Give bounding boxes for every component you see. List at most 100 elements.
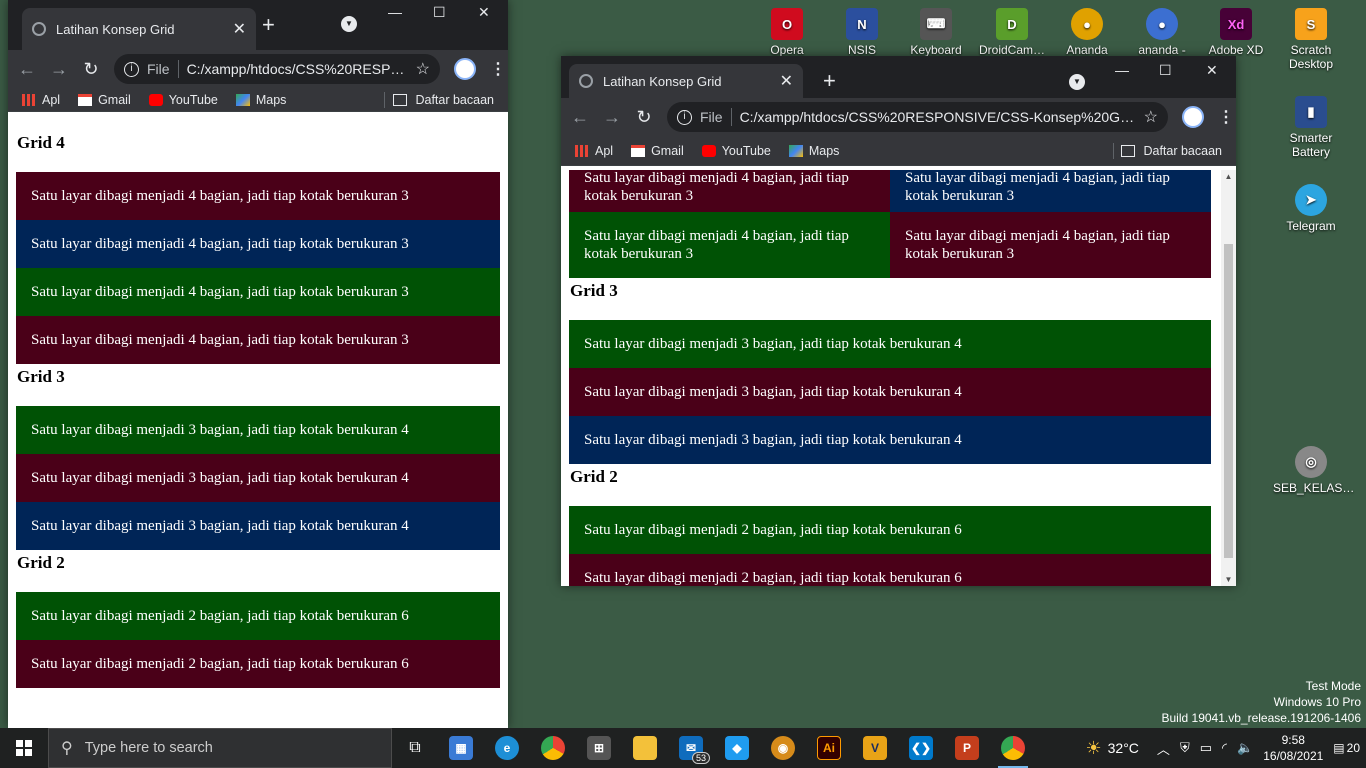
maximize-icon[interactable]: ☐ xyxy=(433,4,446,21)
gmail-icon xyxy=(78,93,93,106)
vertical-scrollbar[interactable]: ▲ ▼ xyxy=(1221,170,1236,586)
desktop-icon-seb[interactable]: ◎ SEB_KELAS… xyxy=(1273,446,1354,495)
taskbar-app-powerpoint[interactable]: P xyxy=(944,728,990,768)
keyboard-icon: ⌨ xyxy=(920,8,952,40)
globe-app-icon: ◉ xyxy=(771,736,795,760)
address-bar[interactable]: i File C:/xampp/htdocs/CSS%20RESP… ☆ xyxy=(114,54,440,84)
back-icon[interactable]: ← xyxy=(571,107,589,128)
taskbar: ⚲ Type here to search ⧉ ▦ e ⊞ ✉ 53 ◆ ◉ Ai… xyxy=(0,728,1366,768)
close-window-icon[interactable]: ✕ xyxy=(1206,62,1218,79)
bookmark-gmail[interactable]: Gmail xyxy=(631,144,684,158)
profile-avatar[interactable] xyxy=(454,58,476,80)
bookmark-apps[interactable]: Apl xyxy=(575,144,613,158)
back-icon[interactable]: ← xyxy=(18,59,36,80)
new-tab-icon[interactable]: + xyxy=(262,12,275,38)
desktop-icon-adobe-xd[interactable]: Xd Adobe XD xyxy=(1198,8,1274,57)
scroll-down-icon[interactable]: ▼ xyxy=(1221,575,1236,584)
apps-icon xyxy=(22,93,36,106)
minimize-icon[interactable]: — xyxy=(388,4,402,20)
tab-latihan-konsep-grid[interactable]: Latihan Konsep Grid ✕ xyxy=(22,8,256,50)
taskbar-app-vscode-insiders[interactable]: ◆ xyxy=(714,728,760,768)
close-tab-icon[interactable]: ✕ xyxy=(233,19,246,39)
weather-widget[interactable]: ☀ 32°C xyxy=(1086,738,1139,759)
chrome-icon xyxy=(541,736,565,760)
nsis-icon: N xyxy=(846,8,878,40)
url-text[interactable]: C:/xampp/htdocs/CSS%20RESP… xyxy=(187,61,408,77)
scrollbar-thumb[interactable] xyxy=(1224,244,1233,558)
taskbar-app-control-panel[interactable]: ▦ xyxy=(438,728,484,768)
browser-toolbar: ← → ↻ i File C:/xampp/htdocs/CSS%20RESP…… xyxy=(8,50,508,88)
close-window-icon[interactable]: ✕ xyxy=(478,4,490,21)
taskbar-app-edge[interactable]: e xyxy=(484,728,530,768)
battery-icon[interactable]: ▭ xyxy=(1200,740,1212,756)
taskbar-app-vscode[interactable]: ❮❯ xyxy=(898,728,944,768)
bookmark-youtube[interactable]: YouTube xyxy=(701,144,771,158)
star-icon[interactable]: ☆ xyxy=(416,59,430,79)
wifi-icon[interactable]: ◜ xyxy=(1222,740,1227,756)
reload-icon[interactable]: ↻ xyxy=(82,59,100,80)
desktop-icon-droidcam[interactable]: D DroidCam… xyxy=(974,8,1050,57)
bookmark-youtube[interactable]: YouTube xyxy=(148,93,218,107)
bookmark-maps[interactable]: Maps xyxy=(788,144,839,158)
desktop-icon-keyboard[interactable]: ⌨ Keyboard xyxy=(898,8,974,57)
taskbar-app-store[interactable]: ⊞ xyxy=(576,728,622,768)
grid4-box: Satu layar dibagi menjadi 4 bagian, jadi… xyxy=(569,212,890,278)
taskbar-app-illustrator[interactable]: Ai xyxy=(806,728,852,768)
desktop-icon-ananda[interactable]: ● Ananda xyxy=(1049,8,1125,57)
info-icon[interactable]: i xyxy=(677,109,692,125)
forward-icon[interactable]: → xyxy=(50,59,68,80)
desktop-icon-smarter-battery[interactable]: ▮ Smarter Battery xyxy=(1273,96,1349,159)
taskbar-app-file-explorer[interactable] xyxy=(622,728,668,768)
volume-icon[interactable]: 🔈 xyxy=(1237,740,1253,756)
start-button[interactable] xyxy=(0,728,48,768)
profile-avatar[interactable] xyxy=(1182,106,1204,128)
task-view-button[interactable]: ⧉ xyxy=(392,728,438,768)
desktop-icon-scratch[interactable]: S Scratch Desktop xyxy=(1273,8,1349,71)
chevron-up-icon[interactable]: ︿ xyxy=(1157,739,1170,758)
taskbar-app-chrome[interactable] xyxy=(530,728,576,768)
desktop-icon-telegram[interactable]: ➤ Telegram xyxy=(1273,184,1349,233)
taskbar-app-mail[interactable]: ✉ 53 xyxy=(668,728,714,768)
grid3-box: Satu layar dibagi menjadi 3 bagian, jadi… xyxy=(569,368,1211,416)
desktop-icon-ananda-2[interactable]: ● ananda - xyxy=(1124,8,1200,57)
close-tab-icon[interactable]: ✕ xyxy=(780,71,793,91)
bookmark-maps[interactable]: Maps xyxy=(235,93,286,107)
star-icon[interactable]: ☆ xyxy=(1144,107,1158,127)
battery-icon: ▮ xyxy=(1295,96,1327,128)
scratch-icon: S xyxy=(1295,8,1327,40)
taskbar-app-ball[interactable]: ◉ xyxy=(760,728,806,768)
search-icon: ⚲ xyxy=(61,740,73,757)
sun-cloud-icon: ☀ xyxy=(1085,737,1102,758)
minimize-icon[interactable]: — xyxy=(1115,62,1129,78)
bookmark-gmail[interactable]: Gmail xyxy=(78,93,131,107)
bookmark-apps[interactable]: Apl xyxy=(22,93,60,107)
maximize-icon[interactable]: ☐ xyxy=(1159,62,1172,79)
tab-latihan-konsep-grid[interactable]: Latihan Konsep Grid ✕ xyxy=(569,64,803,98)
page-content: Satu layar dibagi menjadi 4 bagian, jadi… xyxy=(561,170,1236,586)
url-text[interactable]: C:/xampp/htdocs/CSS%20RESPONSIVE/CSS-Kon… xyxy=(740,109,1136,125)
new-tab-icon[interactable]: + xyxy=(823,68,836,94)
taskbar-search-box[interactable]: ⚲ Type here to search xyxy=(48,728,392,768)
tab-search-icon[interactable]: ▼ xyxy=(341,16,357,32)
security-icon[interactable]: ⛨ xyxy=(1180,740,1190,756)
forward-icon[interactable]: → xyxy=(603,107,621,128)
windows-logo-icon xyxy=(16,740,32,756)
taskbar-app-chrome-profile[interactable] xyxy=(990,728,1036,768)
more-menu-icon[interactable]: ⋮ xyxy=(1218,107,1234,127)
chrome-profile-icon: ● xyxy=(1146,8,1178,40)
grid2-box: Satu layar dibagi menjadi 2 bagian, jadi… xyxy=(569,554,1211,586)
clock[interactable]: 9:58 16/08/2021 xyxy=(1263,732,1323,764)
reading-list[interactable]: Daftar bacaan xyxy=(393,88,494,112)
info-icon[interactable]: i xyxy=(124,61,139,77)
more-menu-icon[interactable]: ⋮ xyxy=(490,59,506,79)
reading-list[interactable]: Daftar bacaan xyxy=(1121,136,1222,166)
taskbar-app-v[interactable]: V xyxy=(852,728,898,768)
tab-search-icon[interactable]: ▼ xyxy=(1069,74,1085,90)
address-bar[interactable]: i File C:/xampp/htdocs/CSS%20RESPONSIVE/… xyxy=(667,102,1168,132)
grid4-box: Satu layar dibagi menjadi 4 bagian, jadi… xyxy=(16,268,500,316)
desktop-icon-nsis[interactable]: N NSIS xyxy=(824,8,900,57)
notification-center-icon[interactable]: ▤ 20 xyxy=(1333,741,1360,755)
desktop-icon-opera[interactable]: O Opera xyxy=(749,8,825,57)
scroll-up-icon[interactable]: ▲ xyxy=(1221,172,1236,181)
reload-icon[interactable]: ↻ xyxy=(635,107,653,128)
